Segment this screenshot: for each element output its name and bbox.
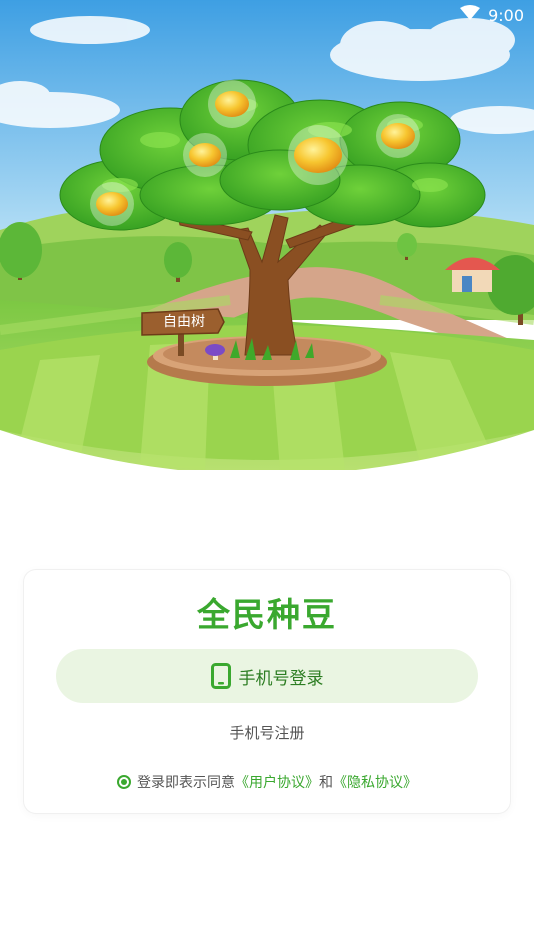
phone-register-link[interactable]: 手机号注册 (24, 722, 510, 743)
phone-icon (210, 663, 231, 689)
status-time: 9:00 (488, 5, 524, 25)
agreement-check-dot (121, 779, 127, 785)
app-title: 全民种豆 (197, 595, 337, 634)
phone-login-button[interactable]: 手机号登录 (56, 649, 478, 703)
phone-login-label: 手机号登录 (238, 668, 324, 689)
tree-sign-label: 自由树 (163, 314, 205, 330)
wifi-icon (460, 5, 481, 25)
agreement-checkbox[interactable] (117, 775, 131, 789)
agreement-prefix: 登录即表示同意 (137, 775, 235, 791)
agreement-conjunction: 和 (319, 775, 333, 791)
user-agreement-link[interactable]: 《用户协议》 (235, 772, 319, 792)
login-screen: 自由树 9:00 全民种豆 手机号登录 手机号注册 登录即表示同意 《用户协议》… (0, 0, 534, 949)
privacy-agreement-link[interactable]: 《隐私协议》 (333, 772, 417, 792)
agreement-row: 登录即表示同意 《用户协议》 和 《隐私协议》 (24, 772, 510, 792)
status-bar: 9:00 (0, 0, 534, 30)
hero-illustration (0, 0, 534, 470)
login-card: 全民种豆 手机号登录 手机号注册 登录即表示同意 《用户协议》 和 《隐私协议》 (24, 570, 510, 813)
